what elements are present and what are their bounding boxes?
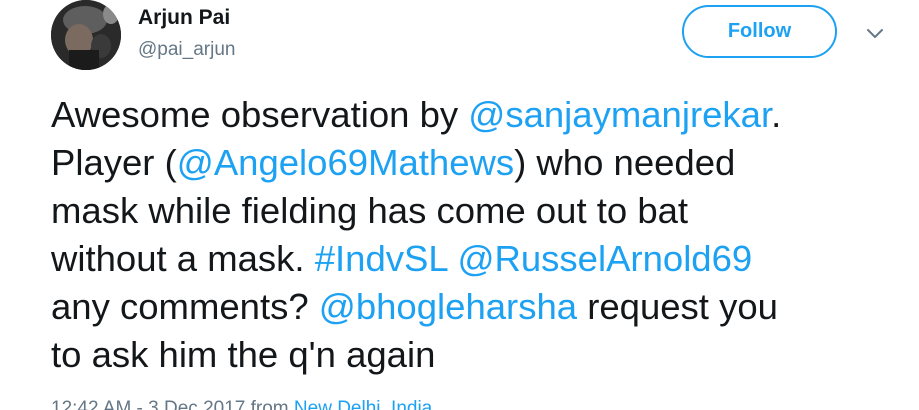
tweet-text-segment: Player ( [51,142,177,183]
chevron-down-icon[interactable] [864,22,886,44]
tweet-card: Arjun Pai @pai_arjun Follow Awesome obse… [0,0,919,410]
mention-link[interactable]: @Angelo69Mathews [177,142,514,183]
tweet-text-segment: without a mask. [51,238,315,279]
tweet-text: Awesome observation by @sanjaymanjrekar.… [51,91,901,379]
tweet-line: mask while fielding has come out to bat [51,187,901,235]
tweet-text-segment: request you [577,286,778,327]
tweet-line: any comments? @bhogleharsha request you [51,283,901,331]
tweet-text-segment: Awesome observation by [51,94,469,135]
tweet-line: Awesome observation by @sanjaymanjrekar. [51,91,901,139]
timestamp[interactable]: 12:42 AM - 3 Dec 2017 from [51,398,294,410]
tweet-text-segment: ) who needed [514,142,736,183]
tweet-text-segment: to ask him the q'n again [51,334,436,375]
tweet-text-segment [447,238,457,279]
tweet-text-segment: any comments? [51,286,319,327]
mention-link[interactable]: @RusselArnold69 [457,238,752,279]
tweet-text-segment: mask while fielding has come out to bat [51,190,689,231]
tweet-text-segment: . [771,94,782,135]
user-name[interactable]: Arjun Pai [138,5,230,31]
location-link[interactable]: New Delhi, India [294,398,432,410]
user-handle[interactable]: @pai_arjun [138,38,235,62]
tweet-line: without a mask. #IndvSL @RusselArnold69 [51,235,901,283]
mention-link[interactable]: @bhogleharsha [319,286,577,327]
follow-button[interactable]: Follow [682,5,837,58]
tweet-line: Player (@Angelo69Mathews) who needed [51,139,901,187]
mention-link[interactable]: @sanjaymanjrekar [468,94,771,135]
tweet-line: to ask him the q'n again [51,331,901,379]
avatar-photo [51,0,121,70]
hashtag-link[interactable]: #IndvSL [315,238,448,279]
tweet-meta: 12:42 AM - 3 Dec 2017 from New Delhi, In… [51,398,432,410]
avatar[interactable] [51,0,121,70]
